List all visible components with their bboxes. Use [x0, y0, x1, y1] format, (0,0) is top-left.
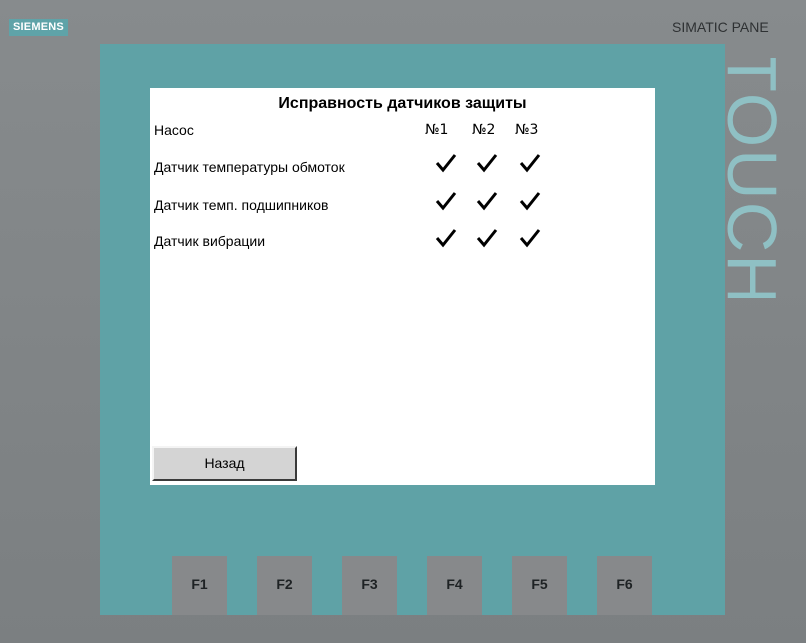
model-label: SIMATIC PANE	[672, 19, 769, 35]
check-icon	[434, 227, 458, 249]
screen-title: Исправность датчиков защиты	[278, 95, 527, 112]
sensor-row-label: Датчик темп. подшипников	[154, 197, 329, 213]
back-button[interactable]: Назад	[152, 446, 297, 481]
check-icon	[475, 152, 499, 174]
column-header-pump-2: №2	[472, 122, 496, 138]
bezel-touch-label: TOUCH	[716, 58, 788, 298]
function-key-f4[interactable]: F4	[427, 556, 482, 615]
function-key-f2[interactable]: F2	[257, 556, 312, 615]
hmi-panel: SIEMENS SIMATIC PANE TOUCH Исправность д…	[0, 0, 806, 643]
check-icon	[518, 227, 542, 249]
column-header-pump-1: №1	[425, 122, 449, 138]
check-icon	[475, 227, 499, 249]
sensor-row-label: Датчик вибрации	[154, 233, 266, 249]
function-key-f1[interactable]: F1	[172, 556, 227, 615]
hmi-screen: Исправность датчиков защиты Насос №1 №2 …	[150, 88, 655, 485]
column-header-pump-3: №3	[515, 122, 539, 138]
check-icon	[518, 152, 542, 174]
function-key-f5[interactable]: F5	[512, 556, 567, 615]
sensor-row-label: Датчик температуры обмоток	[154, 159, 345, 175]
function-key-f6[interactable]: F6	[597, 556, 652, 615]
check-icon	[518, 190, 542, 212]
check-icon	[434, 190, 458, 212]
row-header-pump: Насос	[154, 122, 194, 138]
brand-logo: SIEMENS	[9, 19, 68, 36]
check-icon	[434, 152, 458, 174]
check-icon	[475, 190, 499, 212]
function-key-f3[interactable]: F3	[342, 556, 397, 615]
